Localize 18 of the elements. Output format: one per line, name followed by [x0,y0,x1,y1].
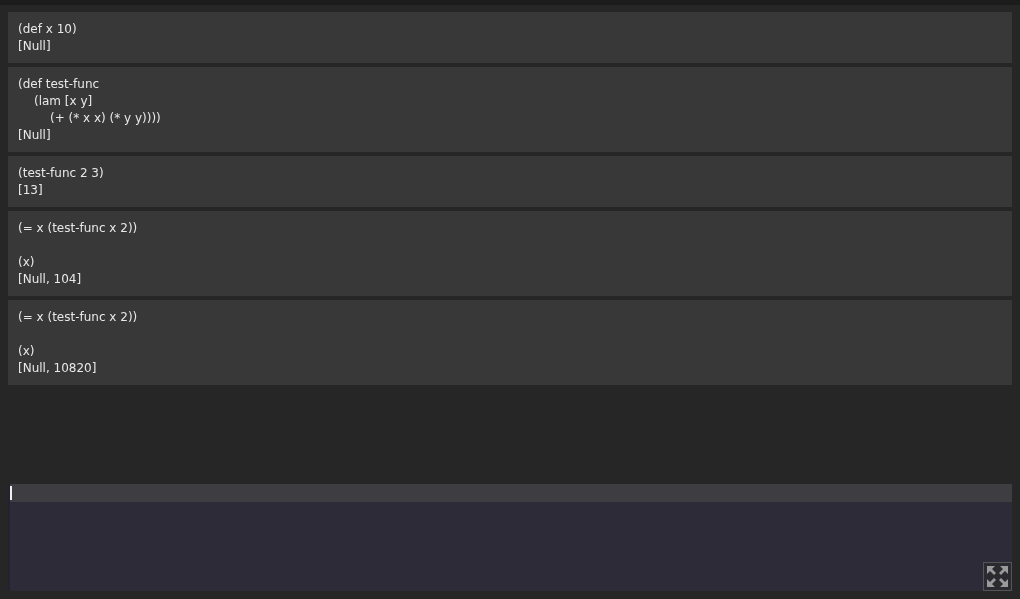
printed-output: (x) [18,254,36,271]
result-output: [Null] [18,38,52,55]
code-line: (= x (test-func x 2)) [18,220,139,237]
fullscreen-button[interactable] [983,562,1012,591]
result-output: [13] [18,182,44,199]
result-output: [Null, 10820] [18,360,98,377]
code-line: (def test-func [18,76,101,93]
result-output: [Null] [18,127,52,144]
result-output: [Null, 104] [18,271,83,288]
code-line: (def x 10) [18,21,78,38]
printed-output: (x) [18,343,36,360]
code-input-field[interactable] [8,484,1012,591]
text-cursor [10,486,12,500]
code-line: (+ (* x x) (* y y)))) [49,110,162,127]
code-line: (lam [x y] [33,93,94,110]
expand-arrows-icon [987,566,1008,587]
code-line: (= x (test-func x 2)) [18,309,139,326]
code-line: (test-func 2 3) [18,165,105,182]
